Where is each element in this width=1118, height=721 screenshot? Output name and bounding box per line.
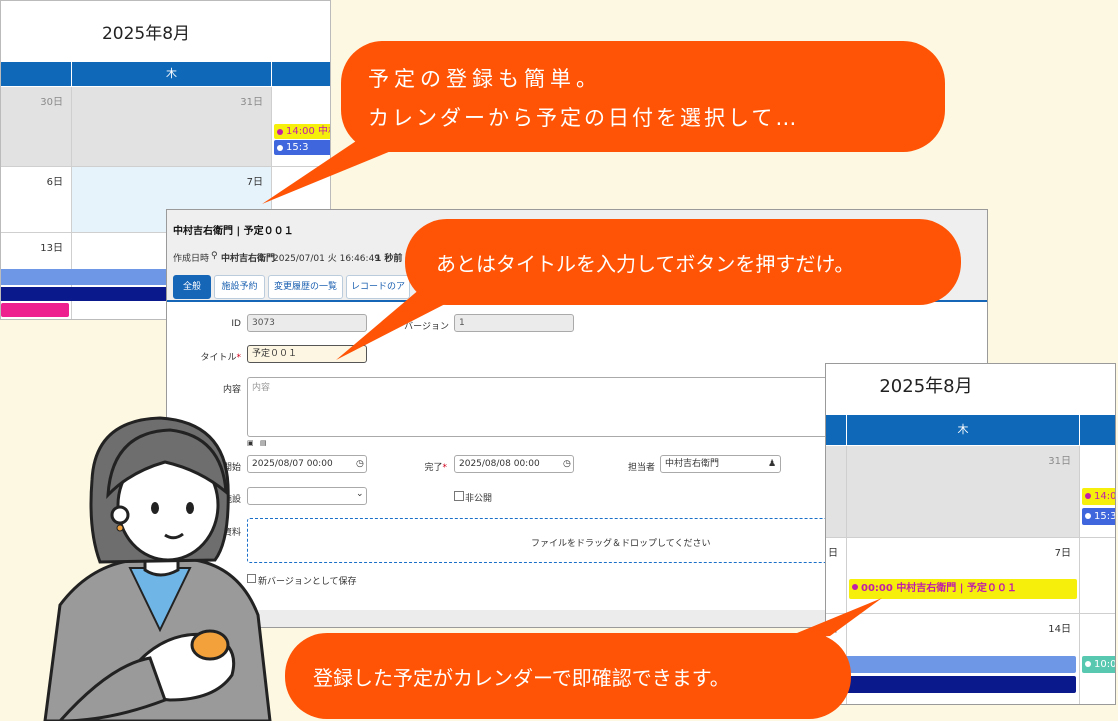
bubble-1-line-2: カレンダーから予定の日付を選択して… [368, 106, 800, 130]
bubble-3-text: 登録した予定がカレンダーで即確認できます。 [313, 666, 730, 690]
businesswoman-illustration [43, 416, 272, 721]
bubble-1-line-1: 予定の登録も簡単。 [368, 67, 602, 91]
bubble-2-text: あとはタイトルを入力してボタンを押すだけ。 [436, 252, 855, 276]
speech-bubble-1 [341, 41, 945, 152]
